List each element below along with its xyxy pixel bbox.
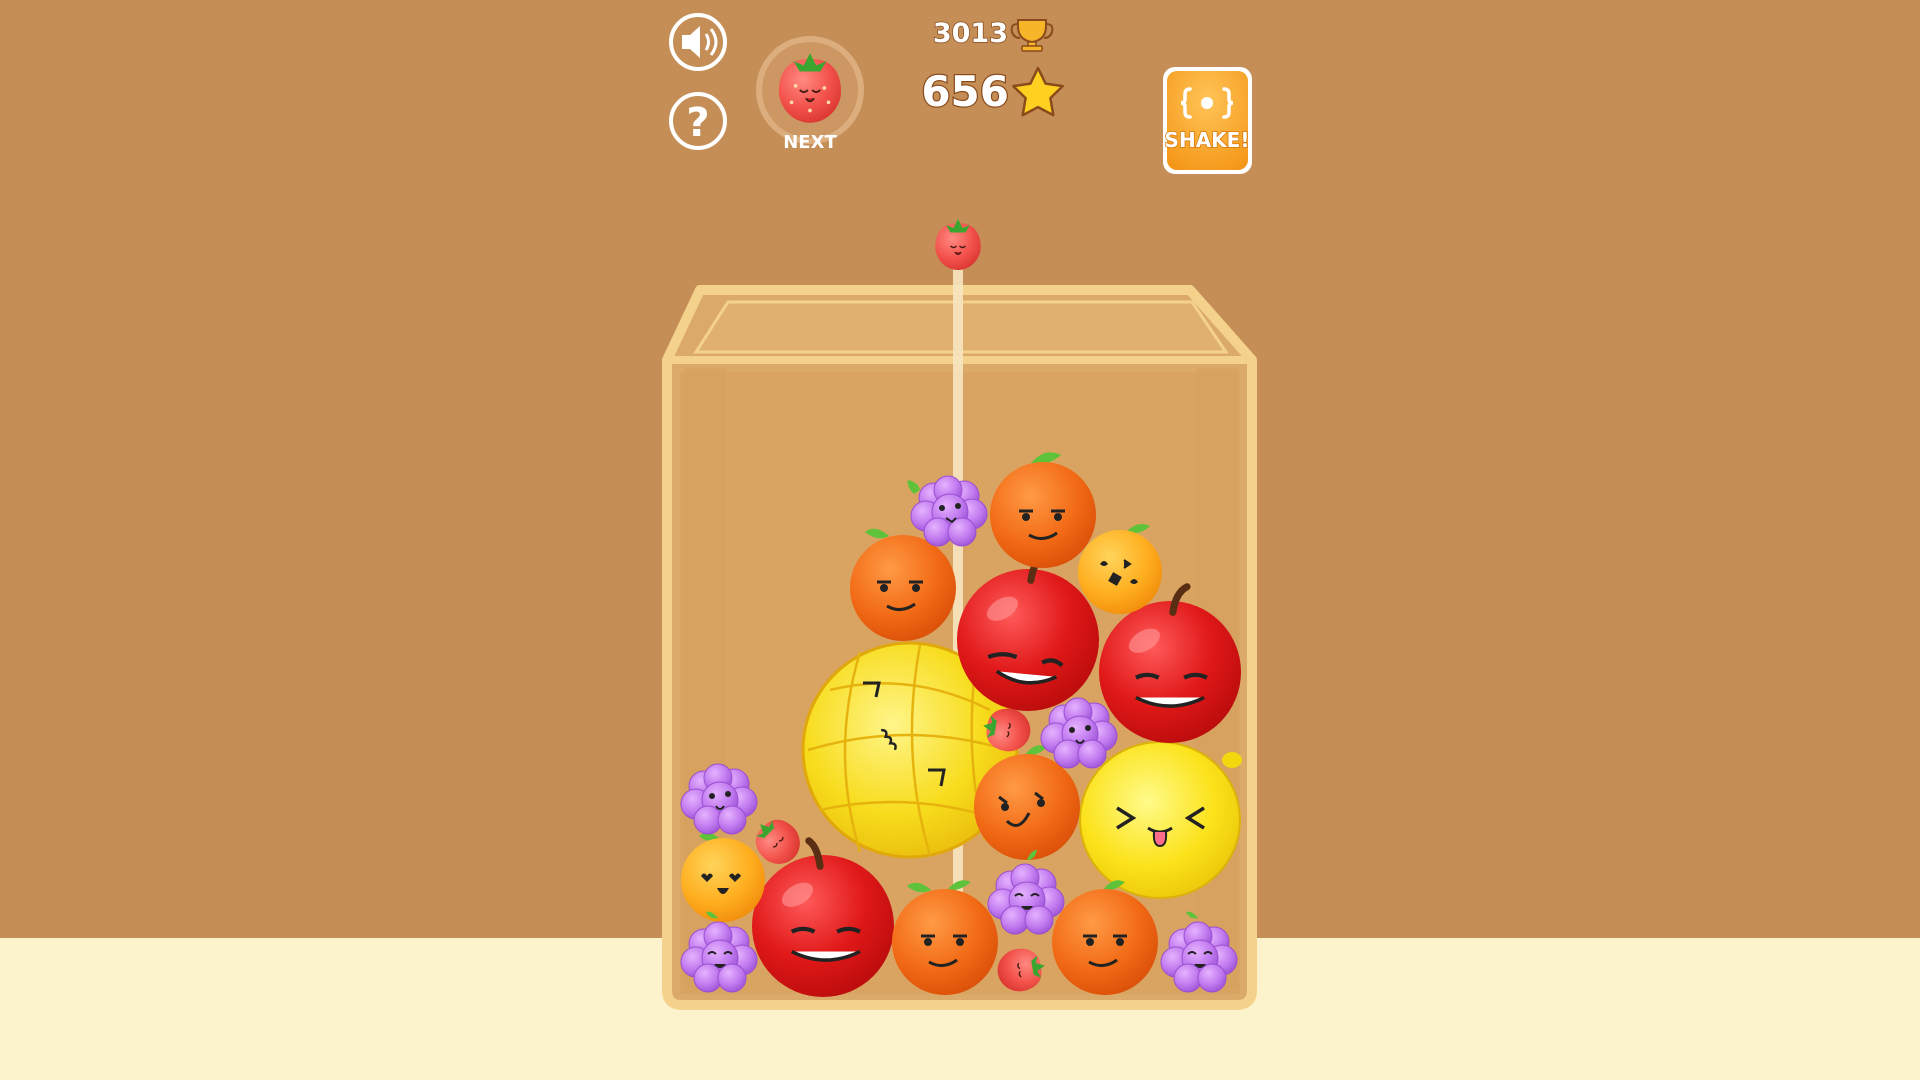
next-fruit-preview: NEXT — [756, 36, 864, 153]
current-score: 656 — [920, 66, 1064, 117]
sound-button[interactable] — [669, 13, 727, 71]
speaker-icon — [682, 26, 718, 58]
trophy-icon — [1010, 19, 1054, 52]
shake-label: SHAKE! — [1165, 128, 1250, 152]
next-label: NEXT — [783, 132, 837, 153]
star-icon — [1012, 66, 1064, 117]
score-value: 656 — [921, 67, 1009, 116]
best-score: 3013 — [932, 17, 1054, 52]
current-drop-fruit[interactable] — [935, 219, 981, 270]
help-button[interactable]: ? — [669, 92, 727, 150]
best-score-value: 3013 — [933, 18, 1008, 49]
game-scene[interactable]: ? NEXT 3013 656 SHAKE! — [0, 0, 1920, 1080]
question-mark-icon: ? — [686, 100, 709, 146]
shake-button[interactable]: SHAKE! — [1163, 67, 1252, 174]
